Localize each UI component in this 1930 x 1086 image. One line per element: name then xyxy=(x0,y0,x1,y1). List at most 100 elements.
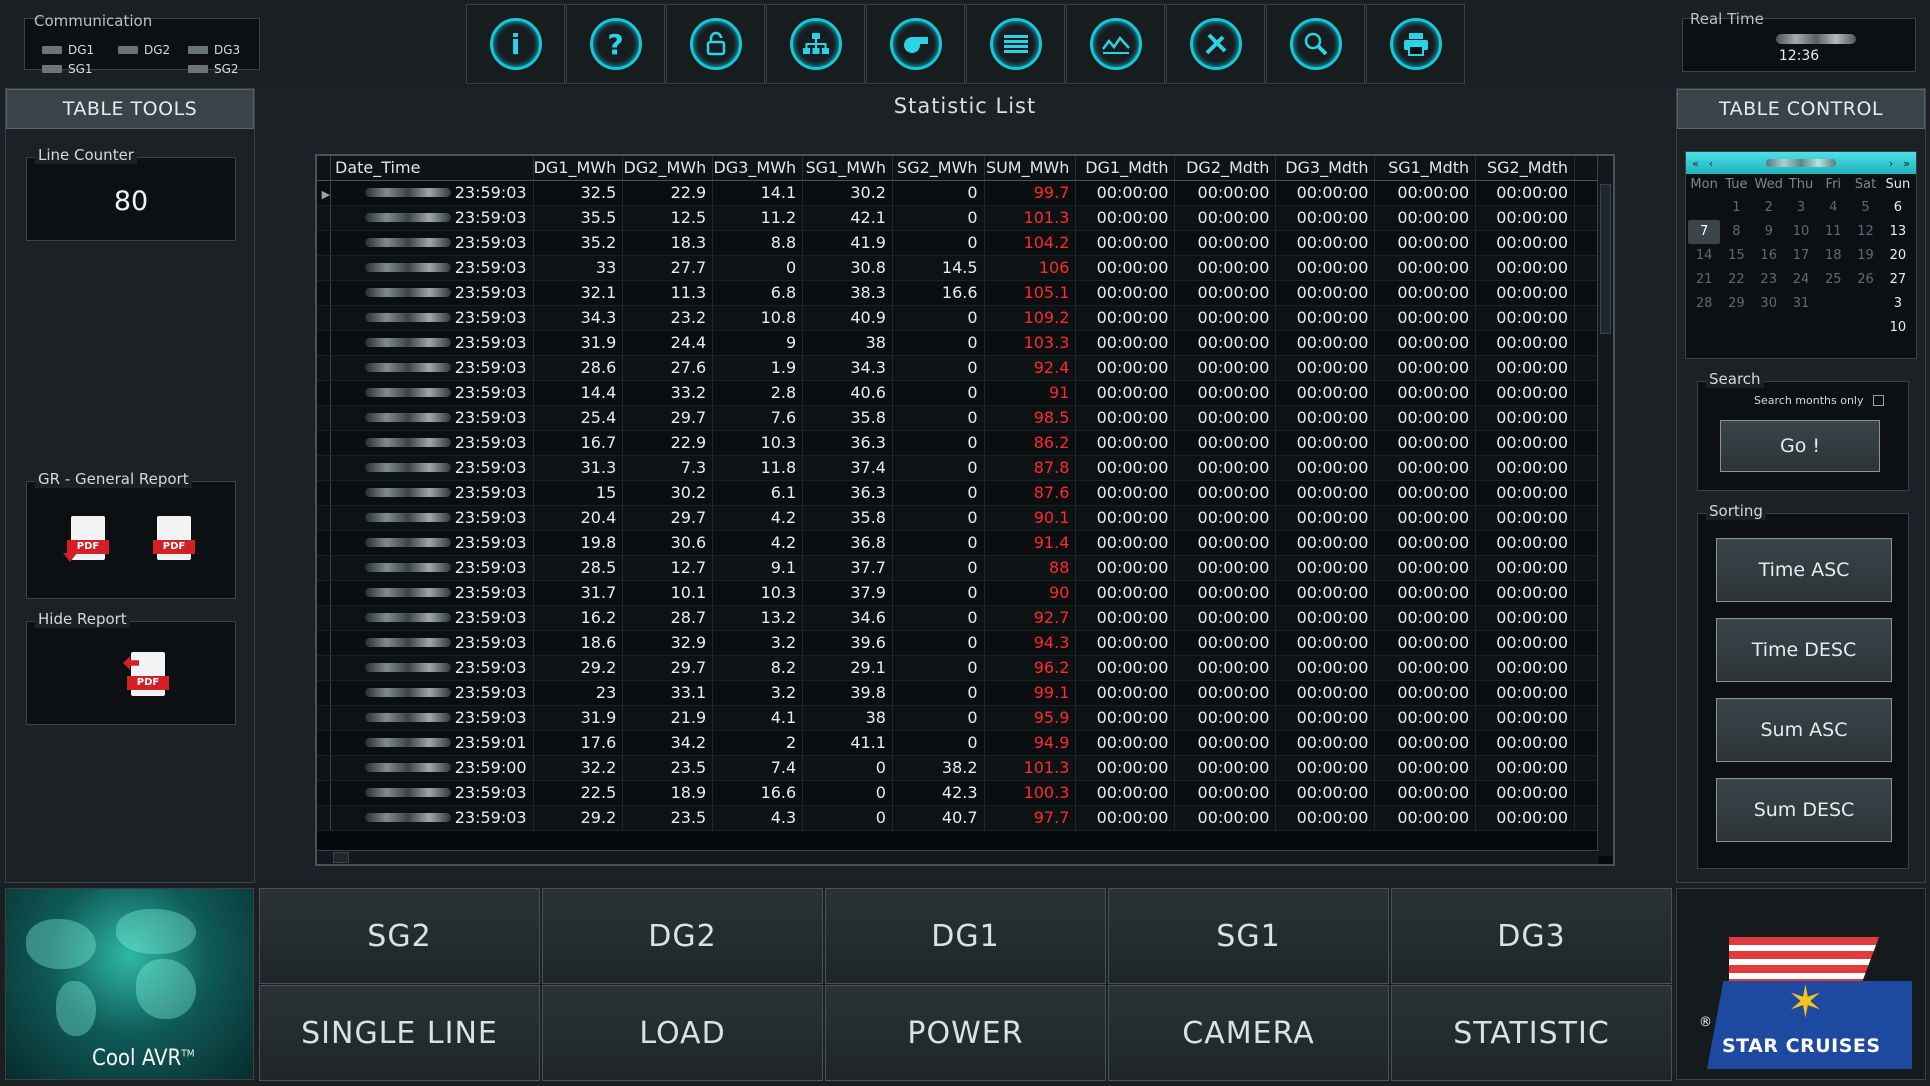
table-row[interactable]: 23:59:03 23 33.1 3.2 39.8 0 99.1 00:00:00 00:00:… xyxy=(317,680,1613,706)
table-row[interactable]: 23:59:03 16.7 22.9 10.3 36.3 0 86.2 00:00:00 00:… xyxy=(317,430,1613,456)
table-row[interactable]: 23:59:00 32.2 23.5 7.4 0 38.2 101.3 00:00:00 00:… xyxy=(317,755,1613,781)
calendar-day[interactable]: 3 xyxy=(1882,292,1914,316)
table-row[interactable]: 23:59:03 18.6 32.9 3.2 39.6 0 94.3 00:00:00 00:0… xyxy=(317,630,1613,656)
print-button[interactable] xyxy=(1366,4,1465,84)
calendar-day[interactable]: 7 xyxy=(1688,220,1721,244)
table-row[interactable]: 23:59:03 14.4 33.2 2.8 40.6 0 91 00:00:00 00:00:… xyxy=(317,380,1613,406)
calendar-day[interactable]: 3 xyxy=(1785,196,1817,220)
help-button[interactable]: ? xyxy=(566,4,665,84)
nav-load-button[interactable]: LOAD xyxy=(542,985,823,1081)
table-row[interactable]: 23:59:03 31.7 10.1 10.3 37.9 0 90 00:00:00 00:00… xyxy=(317,580,1613,606)
calendar-day[interactable]: 23 xyxy=(1753,268,1785,292)
nav-dg1-button[interactable]: DG1 xyxy=(825,888,1106,984)
sum-asc-button[interactable]: Sum ASC xyxy=(1716,698,1892,762)
go-button[interactable]: Go ! xyxy=(1720,420,1880,472)
network-button[interactable] xyxy=(766,4,865,84)
info-button[interactable]: i xyxy=(466,4,565,84)
calendar-day[interactable]: 10 xyxy=(1882,316,1914,340)
calendar-day[interactable]: 21 xyxy=(1688,268,1720,292)
table-row[interactable]: 23:59:03 25.4 29.7 7.6 35.8 0 98.5 00:00:00 00:0… xyxy=(317,405,1613,431)
nav-dg2-button[interactable]: DG2 xyxy=(542,888,823,984)
table-row[interactable]: 23:59:03 31.9 24.4 9 38 0 103.3 00:00:00 00:00:0… xyxy=(317,330,1613,356)
table-row[interactable]: 23:59:03 16.2 28.7 13.2 34.6 0 92.7 00:00:00 00:… xyxy=(317,605,1613,631)
calendar-day[interactable]: 28 xyxy=(1688,292,1720,316)
table-row[interactable]: 23:59:03 33 27.7 0 30.8 14.5 106 00:00:00 00:00:… xyxy=(317,255,1613,281)
time-desc-button[interactable]: Time DESC xyxy=(1716,618,1892,682)
horizontal-scroll-thumb[interactable] xyxy=(333,852,349,863)
table-row[interactable]: 23:59:03 20.4 29.7 4.2 35.8 0 90.1 00:00:00 00:0… xyxy=(317,505,1613,531)
col-dg1-mdth[interactable]: DG1_Mdth xyxy=(1075,156,1176,181)
calendar-day[interactable]: 6 xyxy=(1882,196,1914,220)
calendar-day[interactable]: 8 xyxy=(1720,220,1752,244)
horizontal-scrollbar[interactable] xyxy=(317,850,1599,864)
calendar-day[interactable]: 26 xyxy=(1849,268,1881,292)
calendar-day[interactable]: 18 xyxy=(1817,244,1849,268)
sum-desc-button[interactable]: Sum DESC xyxy=(1716,778,1892,842)
table-row[interactable]: 23:59:03 28.5 12.7 9.1 37.7 0 88 00:00:00 00:00:… xyxy=(317,555,1613,581)
tools-button[interactable] xyxy=(1166,4,1265,84)
calendar-day[interactable]: 15 xyxy=(1720,244,1752,268)
calendar-day[interactable]: 30 xyxy=(1753,292,1785,316)
table-row[interactable]: 23:59:03 29.2 23.5 4.3 0 40.7 97.7 00:00:00 00:0… xyxy=(317,805,1613,831)
table-row[interactable]: 23:59:03 35.2 18.3 8.8 41.9 0 104.2 00:00:00 00:… xyxy=(317,230,1613,256)
calendar-day[interactable]: 12 xyxy=(1849,220,1881,244)
calendar-day[interactable]: 29 xyxy=(1720,292,1752,316)
col-sg2-mwh[interactable]: SG2_MWh xyxy=(892,156,985,181)
calendar-day[interactable]: 25 xyxy=(1817,268,1849,292)
calendar-day[interactable]: 5 xyxy=(1849,196,1881,220)
table-row[interactable]: 23:59:03 32.1 11.3 6.8 38.3 16.6 105.1 00:00:00… xyxy=(317,280,1613,306)
col-dg3-mdth[interactable]: DG3_Mdth xyxy=(1275,156,1376,181)
nav-statistic-button[interactable]: STATISTIC xyxy=(1391,985,1672,1081)
next-year-icon[interactable]: » xyxy=(1903,157,1910,170)
table-row[interactable]: 23:59:03 29.2 29.7 8.2 29.1 0 96.2 00:00:00 00:0… xyxy=(317,655,1613,681)
pdf-report-button[interactable]: PDF xyxy=(151,516,199,562)
search-button[interactable] xyxy=(1266,4,1365,84)
vertical-scroll-thumb[interactable] xyxy=(1600,184,1611,334)
table-row[interactable]: 23:59:03 34.3 23.2 10.8 40.9 0 109.2 00:00:00 00… xyxy=(317,305,1613,331)
hide-report-button[interactable]: PDF xyxy=(123,652,173,698)
nav-camera-button[interactable]: CAMERA xyxy=(1108,985,1389,1081)
calendar-day[interactable]: 10 xyxy=(1785,220,1817,244)
search-months-only-checkbox[interactable] xyxy=(1873,395,1885,406)
col-sg1-mwh[interactable]: SG1_MWh xyxy=(802,156,893,181)
nav-single-line-button[interactable]: SINGLE LINE xyxy=(259,985,540,1081)
calendar-day[interactable]: 20 xyxy=(1882,244,1914,268)
calendar-day[interactable]: 2 xyxy=(1753,196,1785,220)
col-dg2-mdth[interactable]: DG2_Mdth xyxy=(1174,156,1277,181)
col-dg3-mwh[interactable]: DG3_MWh xyxy=(712,156,804,181)
table-row[interactable]: 23:59:03 15 30.2 6.1 36.3 0 87.6 00:00:00 00:00:… xyxy=(317,480,1613,506)
prev-year-icon[interactable]: « xyxy=(1692,157,1699,170)
calendar-day[interactable]: 22 xyxy=(1720,268,1752,292)
nav-power-button[interactable]: POWER xyxy=(825,985,1106,1081)
col-sg2-mdth[interactable]: SG2_Mdth xyxy=(1475,156,1576,181)
calendar-day[interactable]: 19 xyxy=(1849,244,1881,268)
table-row[interactable]: 23:59:03 19.8 30.6 4.2 36.8 0 91.4 00:00:00 00:0… xyxy=(317,530,1613,556)
whistle-button[interactable] xyxy=(866,4,965,84)
table-row[interactable]: 23:59:03 28.6 27.6 1.9 34.3 0 92.4 00:00:00 00:0… xyxy=(317,355,1613,381)
table-row[interactable]: 23:59:03 35.5 12.5 11.2 42.1 0 101.3 00:00:00 00… xyxy=(317,205,1613,231)
table-row[interactable]: 23:59:03 31.3 7.3 11.8 37.4 0 87.8 00:00:00 00:0… xyxy=(317,455,1613,481)
nav-dg3-button[interactable]: DG3 xyxy=(1391,888,1672,984)
table-row[interactable]: 23:59:03 22.5 18.9 16.6 0 42.3 100.3 00:00:00 00… xyxy=(317,780,1613,806)
next-month-icon[interactable]: › xyxy=(1889,157,1893,170)
nav-sg2-button[interactable]: SG2 xyxy=(259,888,540,984)
col-dg1-mwh[interactable]: DG1_MWh xyxy=(533,156,624,181)
col-dg2-mwh[interactable]: DG2_MWh xyxy=(622,156,714,181)
time-asc-button[interactable]: Time ASC xyxy=(1716,538,1892,602)
calendar-day[interactable]: 24 xyxy=(1785,268,1817,292)
nav-sg1-button[interactable]: SG1 xyxy=(1108,888,1389,984)
calendar-day[interactable]: 31 xyxy=(1785,292,1817,316)
calendar-day[interactable]: 13 xyxy=(1882,220,1914,244)
list-button[interactable] xyxy=(966,4,1065,84)
statistic-table[interactable]: Date_Time DG1_MWh DG2_MWh DG3_MWh SG1_MW… xyxy=(315,154,1615,866)
col-sg1-mdth[interactable]: SG1_Mdth xyxy=(1374,156,1477,181)
pdf-download-button[interactable]: PDF xyxy=(63,516,113,562)
table-row[interactable]: 23:59:03 31.9 21.9 4.1 38 0 95.9 00:00:00 00:00:… xyxy=(317,705,1613,731)
calendar-day[interactable]: 11 xyxy=(1817,220,1849,244)
vertical-scrollbar[interactable] xyxy=(1597,156,1613,856)
calendar-day[interactable]: 4 xyxy=(1817,196,1849,220)
unlock-button[interactable] xyxy=(666,4,765,84)
table-row[interactable]: 23:59:01 17.6 34.2 2 41.1 0 94.9 00:00:00 00:00:… xyxy=(317,730,1613,756)
calendar-day[interactable]: 17 xyxy=(1785,244,1817,268)
prev-month-icon[interactable]: ‹ xyxy=(1709,157,1713,170)
